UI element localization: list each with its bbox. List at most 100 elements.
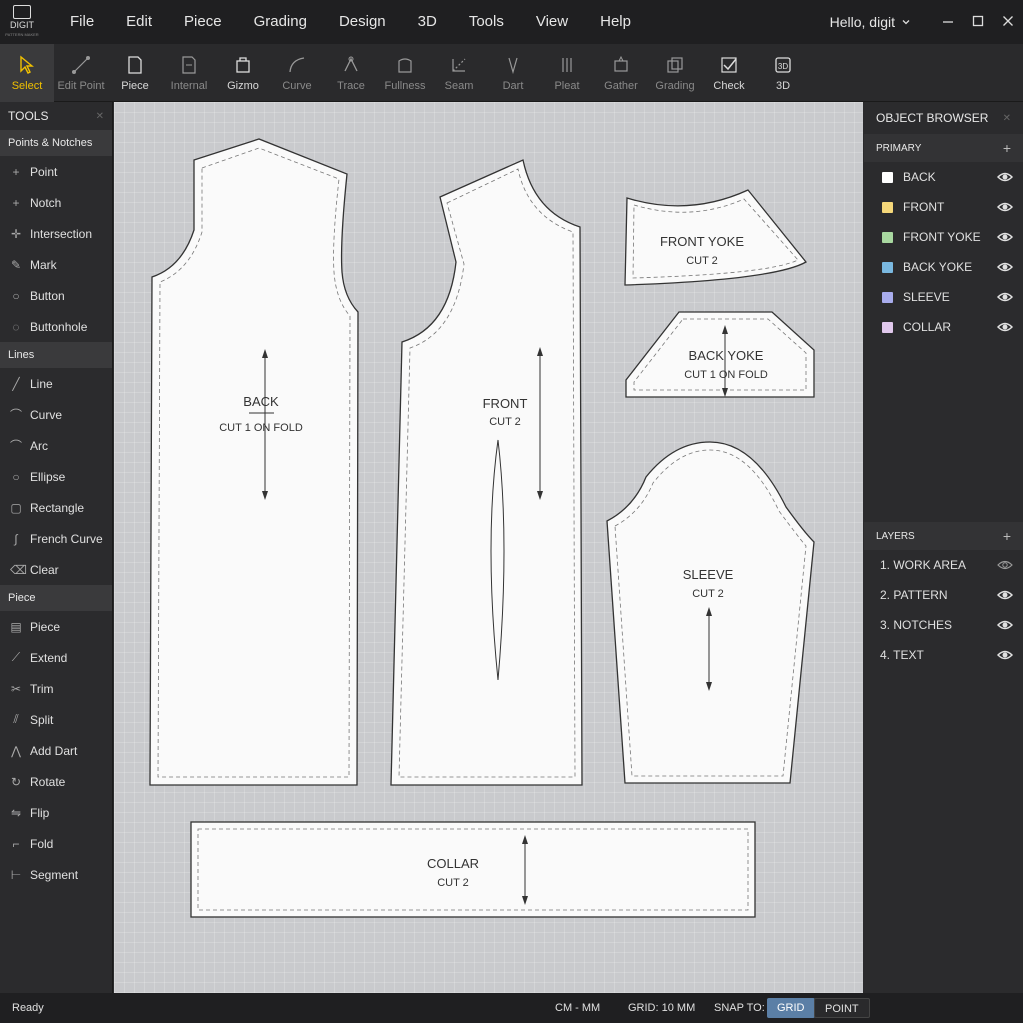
menu-design[interactable]: Design [323,0,402,44]
pattern-piece-back[interactable]: BACK CUT 1 ON FOLD [149,138,359,786]
tool-select[interactable]: Select [0,44,54,102]
tool-split[interactable]: ⫽ Split [0,704,112,735]
pattern-piece-back-yoke[interactable]: BACK YOKE CUT 1 ON FOLD [625,311,815,398]
tool-trace[interactable]: Trace [324,44,378,102]
menu-help[interactable]: Help [584,0,647,44]
object-item-sleeve[interactable]: SLEEVE [864,282,1023,312]
panel-close-icon[interactable]: ✕ [1003,113,1011,124]
tool-mark[interactable]: ✎ Mark [0,249,112,280]
grid-size-display[interactable]: GRID: 10 MM [628,1002,695,1014]
menu-tools[interactable]: Tools [453,0,520,44]
eye-icon[interactable] [997,588,1013,602]
add-layer-icon[interactable]: + [1003,528,1011,544]
tool-pleat[interactable]: Pleat [540,44,594,102]
tool-intersection[interactable]: ✛ Intersection [0,218,112,249]
tool-3d[interactable]: 3D 3D [756,44,810,102]
tool-buttonhole[interactable]: ◌ Buttonhole [0,311,112,342]
object-item-front[interactable]: FRONT [864,192,1023,222]
user-menu[interactable]: Hello, digit [830,14,911,30]
tool-arc[interactable]: ⌒ Arc [0,430,112,461]
menu-3d[interactable]: 3D [402,0,453,44]
object-item-back[interactable]: BACK [864,162,1023,192]
tool-internal[interactable]: Internal [162,44,216,102]
menu-grading[interactable]: Grading [238,0,323,44]
tool-flip[interactable]: ⇋ Flip [0,797,112,828]
eye-icon[interactable] [997,648,1013,662]
trim-icon: ✂ [10,681,22,696]
eye-icon[interactable] [997,320,1013,334]
tool-button[interactable]: ○ Button [0,280,112,311]
object-item-collar[interactable]: COLLAR [864,312,1023,342]
tool-gizmo[interactable]: Gizmo [216,44,270,102]
units-display[interactable]: CM - MM [555,1002,600,1014]
tool-rectangle[interactable]: ▢ Rectangle [0,492,112,523]
eye-icon[interactable] [997,260,1013,274]
eye-icon[interactable] [997,200,1013,214]
tool-fold[interactable]: ⌐ Fold [0,828,112,859]
layer-pattern[interactable]: 2. PATTERN [864,580,1023,610]
tool-curve-line[interactable]: ⌒ Curve [0,399,112,430]
tool-curve[interactable]: Curve [270,44,324,102]
user-greeting: Hello, digit [829,14,895,30]
tool-dart[interactable]: Dart [486,44,540,102]
tool-extend[interactable]: ⟋ Extend [0,642,112,673]
eye-icon[interactable] [997,618,1013,632]
eye-icon[interactable] [997,170,1013,184]
layer-text[interactable]: 4. TEXT [864,640,1023,670]
eye-icon[interactable] [997,230,1013,244]
section-piece: Piece [0,585,112,611]
intersection-icon: ✛ [10,226,22,241]
tool-rotate[interactable]: ↻ Rotate [0,766,112,797]
piece-tool-icon: ▤ [10,619,22,634]
panel-close-icon[interactable]: ✕ [96,111,104,122]
pattern-piece-front-yoke[interactable]: FRONT YOKE CUT 2 [624,189,807,286]
pattern-piece-front[interactable]: FRONT CUT 2 [390,159,583,786]
tool-piece[interactable]: Piece [108,44,162,102]
tool-add-dart[interactable]: ⋀ Add Dart [0,735,112,766]
tool-french-curve[interactable]: ∫ French Curve [0,523,112,554]
tool-segment[interactable]: ⊢ Segment [0,859,112,890]
color-swatch [882,201,893,213]
mark-icon: ✎ [10,257,22,272]
tool-notch[interactable]: + Notch [0,187,112,218]
object-item-back-yoke[interactable]: BACK YOKE [864,252,1023,282]
close-icon[interactable] [993,14,1023,30]
maximize-icon[interactable] [963,14,993,30]
layers-panel: LAYERS + 1. WORK AREA 2. PATTERN 3. NOTC… [864,522,1023,670]
pattern-piece-collar[interactable]: COLLAR CUT 2 [190,821,756,918]
minimize-icon[interactable] [933,14,963,30]
layer-notches[interactable]: 3. NOTCHES [864,610,1023,640]
menu-edit[interactable]: Edit [110,0,168,44]
eye-icon[interactable] [997,558,1013,572]
pattern-canvas[interactable]: BACK CUT 1 ON FOLD FRONT CUT 2 FRONT YOK… [114,102,863,993]
layer-work-area[interactable]: 1. WORK AREA [864,550,1023,580]
menu-file[interactable]: File [54,0,110,44]
tool-piece-create[interactable]: ▤ Piece [0,611,112,642]
tool-point[interactable]: + Point [0,156,112,187]
tool-line[interactable]: ╱ Line [0,368,112,399]
menu-view[interactable]: View [520,0,584,44]
pattern-piece-sleeve[interactable]: SLEEVE CUT 2 [606,441,815,784]
tool-check[interactable]: Check [702,44,756,102]
dart-icon [508,57,518,75]
seam-icon [452,58,466,72]
back-name: BACK [243,394,279,409]
pattern-app-window: DIGIT PATTERN MAKER File Edit Piece Grad… [0,0,1023,1023]
menu-bar: DIGIT PATTERN MAKER File Edit Piece Grad… [0,0,1023,44]
object-item-front-yoke[interactable]: FRONT YOKE [864,222,1023,252]
add-icon[interactable]: + [1003,140,1011,156]
snap-grid-toggle[interactable]: GRID [767,998,815,1018]
tool-fullness[interactable]: Fullness [378,44,432,102]
tool-seam[interactable]: Seam [432,44,486,102]
tool-clear[interactable]: ⌫ Clear [0,554,112,585]
tool-ellipse[interactable]: ○ Ellipse [0,461,112,492]
status-bar: Ready CM - MM GRID: 10 MM SNAP TO: GRID … [0,993,1023,1023]
snap-point-toggle[interactable]: POINT [814,998,870,1018]
tool-grading[interactable]: Grading [648,44,702,102]
menu-piece[interactable]: Piece [168,0,238,44]
eye-icon[interactable] [997,290,1013,304]
tool-edit-point[interactable]: Edit Point [54,44,108,102]
clear-icon: ⌫ [10,562,27,577]
tool-gather[interactable]: Gather [594,44,648,102]
tool-trim[interactable]: ✂ Trim [0,673,112,704]
